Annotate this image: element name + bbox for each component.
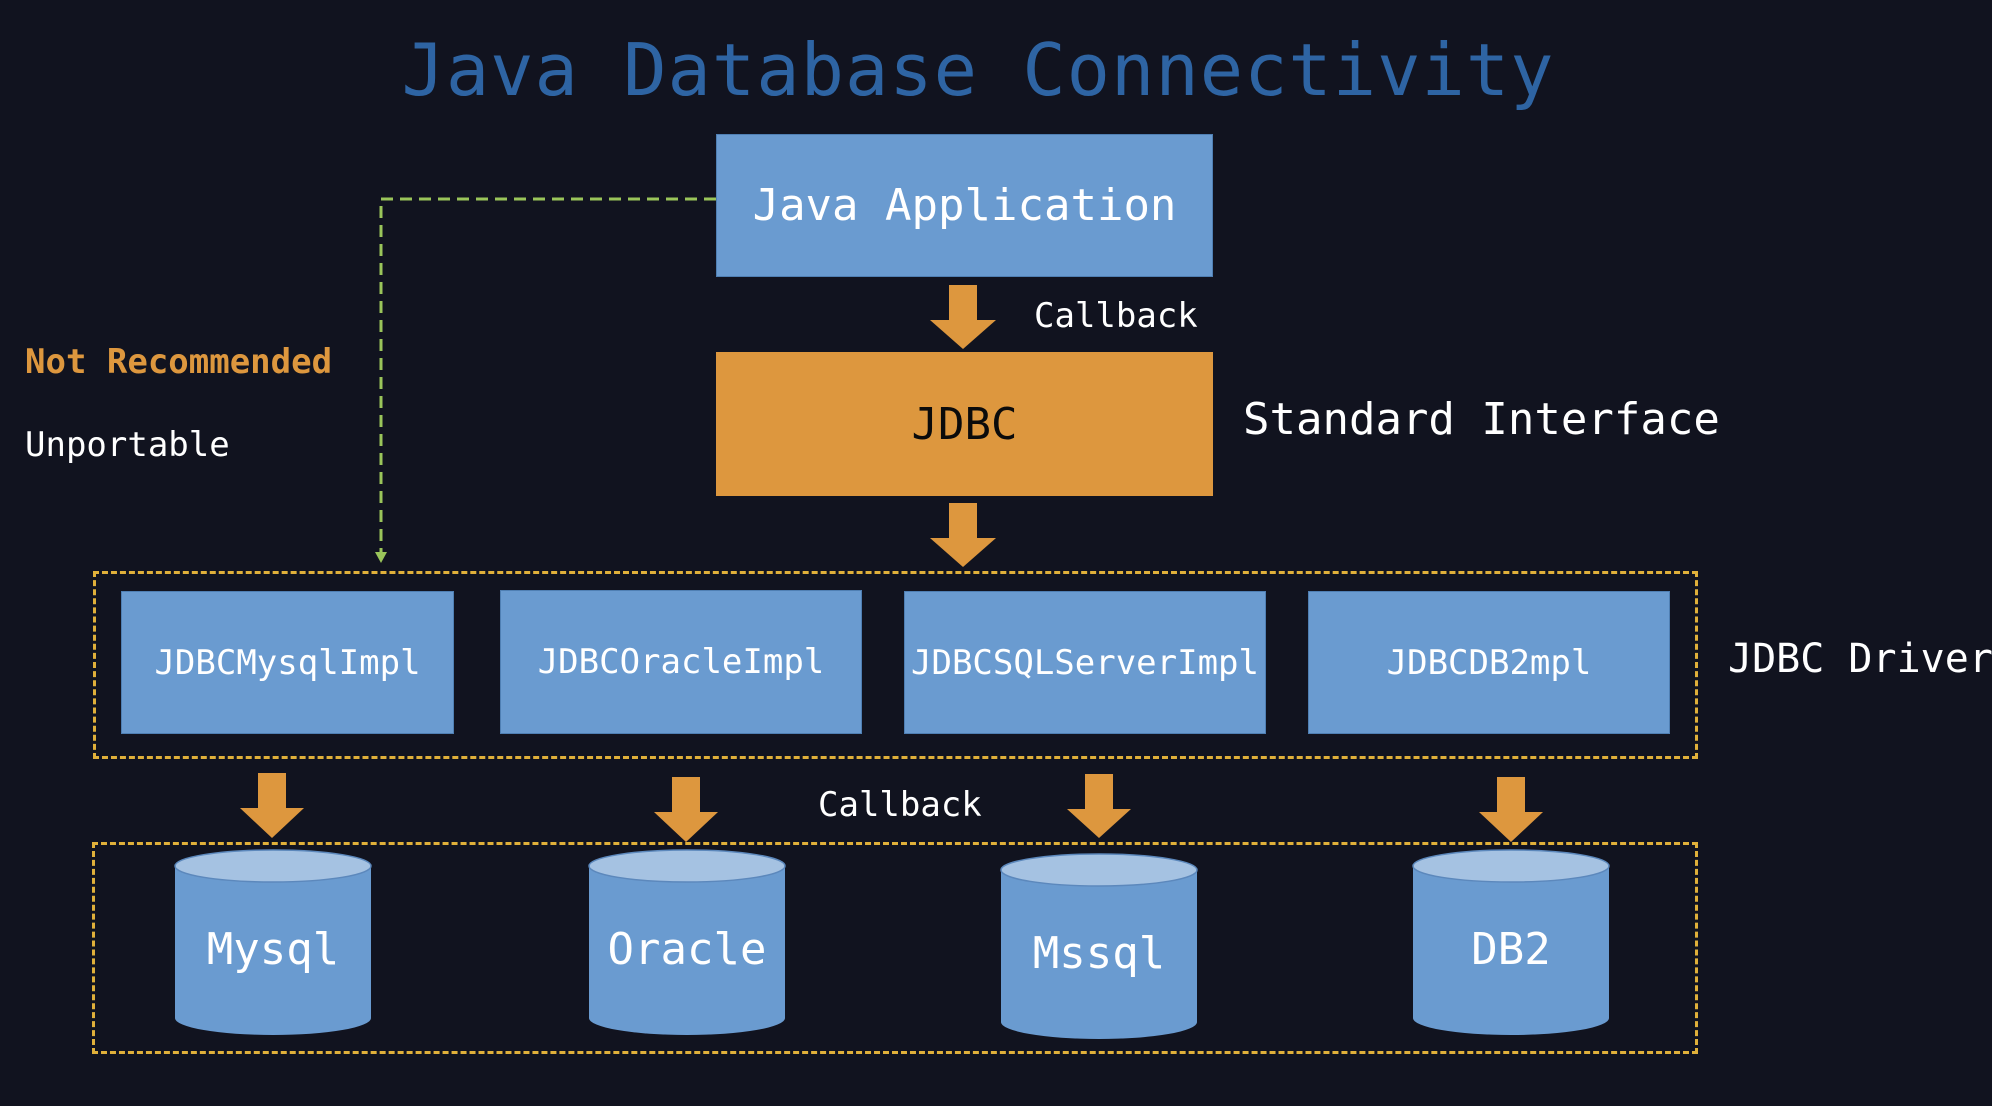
arrow-to-mssql [1067,774,1131,838]
database-label-db2: DB2 [1471,924,1551,975]
arrow-to-oracle [654,777,718,842]
direct-access-dashed-line [379,197,716,552]
arrow-app-to-jdbc [930,285,996,349]
direct-access-arrowhead [375,552,387,563]
database-label-mssql: Mssql [1032,928,1166,979]
database-label-mysql: Mysql [206,924,340,975]
database-label-oracle: Oracle [607,924,767,975]
arrow-to-db2 [1479,777,1543,842]
arrow-jdbc-to-drivers [930,503,996,567]
arrow-to-mysql [240,773,304,838]
